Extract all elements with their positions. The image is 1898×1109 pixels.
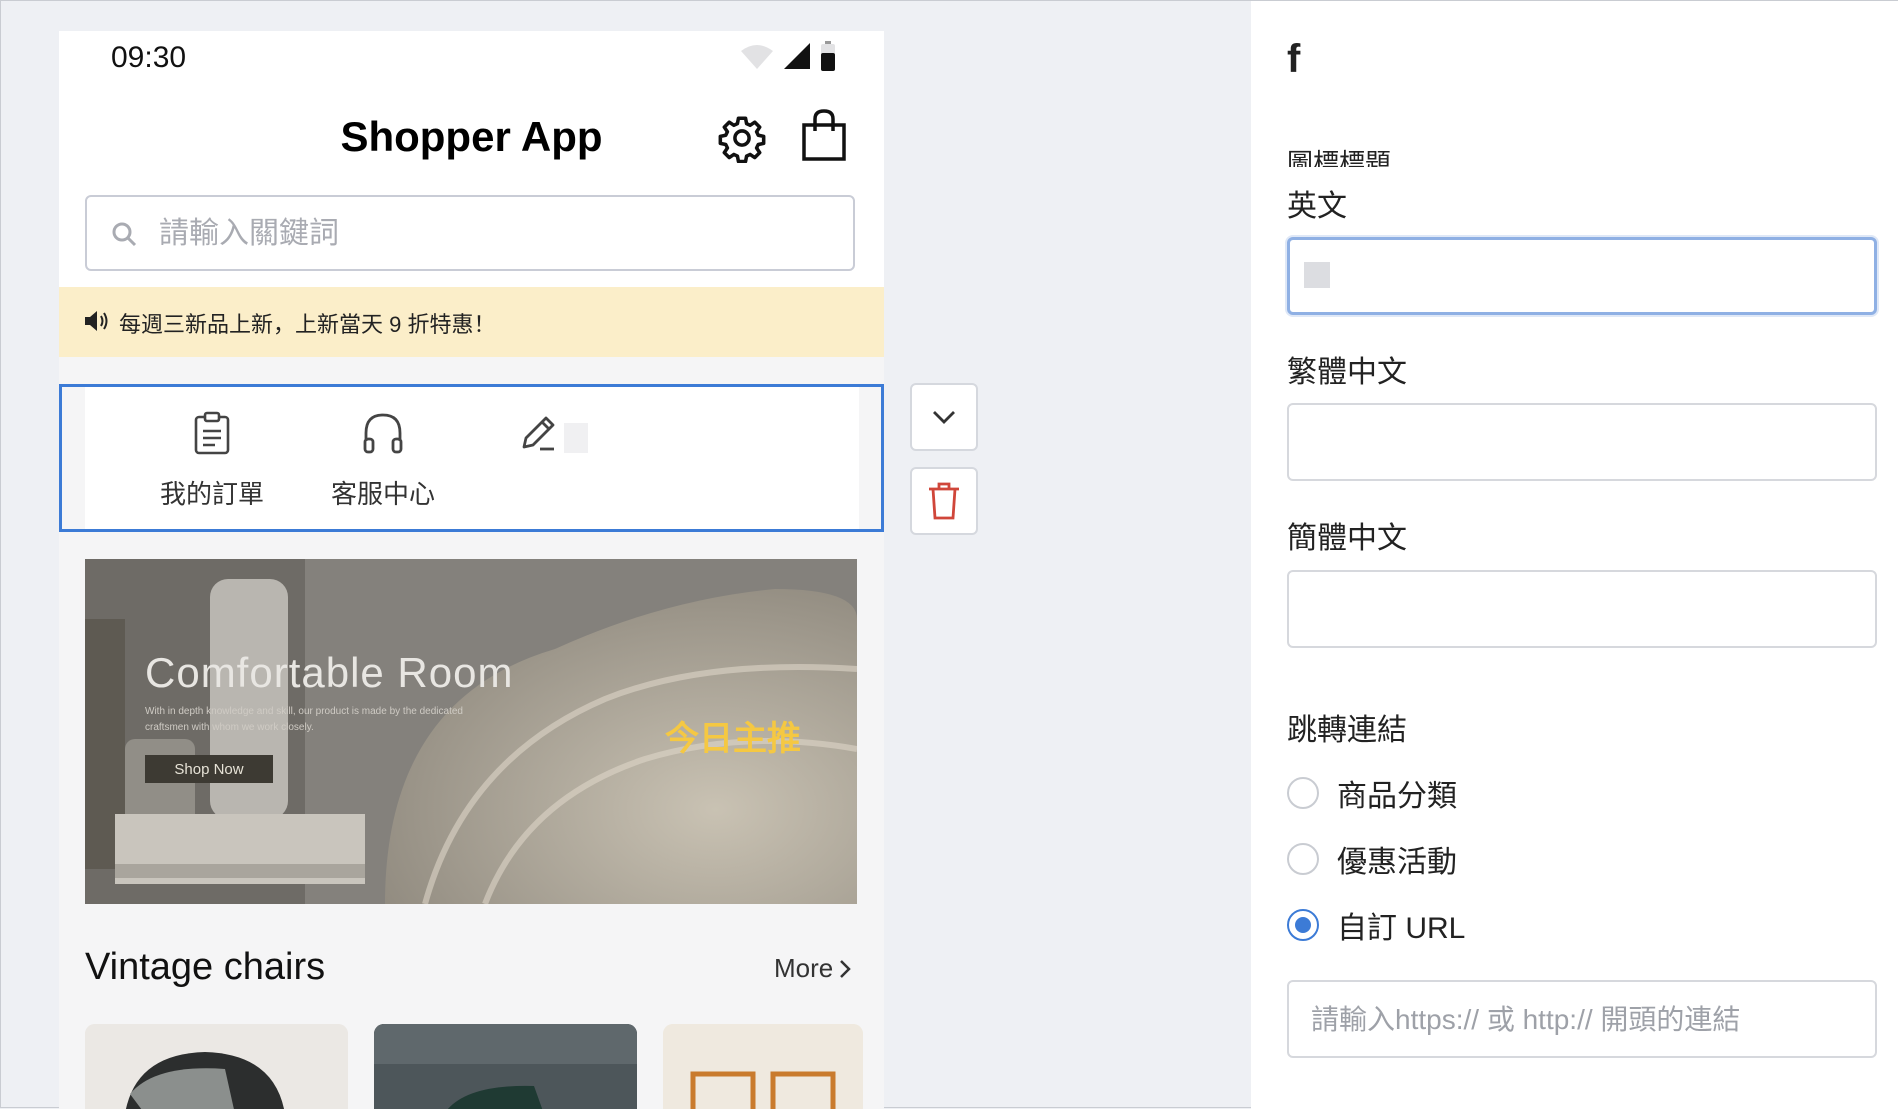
search-input[interactable] [157, 211, 821, 257]
status-bar: 09:30 [59, 31, 884, 91]
radio-custom-url[interactable]: 自訂 URL [1287, 903, 1465, 947]
trad-chinese-field[interactable] [1287, 403, 1877, 481]
english-input[interactable] [1310, 256, 1854, 300]
editor-canvas: 09:30 Shopper App 每週三新品上新，上新當天 9 折特惠！ [0, 0, 1898, 1109]
battery-icon [821, 41, 835, 71]
section-title: Vintage chairs [85, 946, 326, 988]
english-field[interactable] [1287, 237, 1877, 315]
banner-title: Comfortable Room [145, 649, 514, 696]
simp-chinese-field[interactable] [1287, 570, 1877, 648]
more-label: More [774, 953, 834, 983]
more-link[interactable]: More [774, 953, 852, 984]
speaker-icon [85, 311, 108, 331]
shopping-bag-icon[interactable] [801, 109, 847, 161]
icon-title-label: 圖標標題 [1287, 148, 1392, 167]
search-box [85, 195, 855, 271]
phone-preview: 09:30 Shopper App 每週三新品上新，上新當天 9 折特惠！ [59, 31, 884, 1109]
quick-icon-block[interactable]: 我的訂單 客服中心 [59, 384, 884, 532]
settings-panel: f 圖標標題 英文 繁體中文 簡體中文 跳轉連結 商品分類 優惠活動 自訂 UR… [1251, 1, 1898, 1109]
chair-image [85, 1024, 348, 1109]
banner-promo-label: 今日主推 [665, 720, 801, 758]
status-time: 09:30 [111, 41, 187, 74]
signal-icon [784, 43, 810, 69]
announcement-text: 每週三新品上新，上新當天 9 折特惠！ [119, 312, 496, 337]
english-label: 英文 [1287, 190, 1347, 223]
quick-item-edit[interactable] [483, 411, 623, 458]
shop-now-button[interactable]: Shop Now [145, 755, 273, 783]
product-thumbnail[interactable] [663, 1024, 863, 1109]
simp-chinese-label: 簡體中文 [1287, 522, 1407, 555]
banner-subtitle: With in depth knowledge and skill, our p… [145, 706, 463, 733]
gear-icon[interactable] [717, 113, 767, 163]
collapse-button[interactable] [910, 383, 978, 451]
quick-item-orders[interactable]: 我的訂單 [142, 411, 282, 511]
quick-item-label: 客服中心 [330, 479, 435, 509]
link-label: 跳轉連結 [1287, 714, 1407, 747]
trad-chinese-label: 繁體中文 [1287, 356, 1407, 389]
chevron-right-icon [840, 959, 852, 978]
promo-banner[interactable]: Comfortable Room With in depth knowledge… [85, 559, 857, 904]
radio-category[interactable]: 商品分類 [1287, 771, 1457, 815]
announcement-bar: 每週三新品上新，上新當天 9 折特惠！ [59, 287, 884, 357]
quick-item-service[interactable]: 客服中心 [313, 411, 453, 511]
chair-image [663, 1024, 863, 1109]
chevron-down-icon [933, 411, 955, 424]
quick-item-label: 我的訂單 [159, 479, 264, 509]
pencil-icon [522, 416, 555, 451]
radio-promotion[interactable]: 優惠活動 [1287, 837, 1457, 881]
clipboard-icon [194, 411, 230, 455]
trash-icon [929, 482, 959, 520]
wifi-icon [741, 45, 773, 69]
simp-chinese-input[interactable] [1309, 588, 1853, 632]
panel-title: f [1287, 37, 1301, 81]
radio-circle-selected[interactable] [1287, 909, 1319, 941]
chair-image [374, 1024, 637, 1109]
radio-circle[interactable] [1287, 777, 1319, 809]
headphones-icon [363, 413, 403, 454]
radio-circle[interactable] [1287, 843, 1319, 875]
trad-chinese-input[interactable] [1309, 421, 1853, 465]
product-thumbnail[interactable] [374, 1024, 637, 1109]
delete-button[interactable] [910, 467, 978, 535]
search-icon [112, 222, 137, 247]
product-thumbnail[interactable] [85, 1024, 348, 1109]
radio-label: 商品分類 [1337, 780, 1457, 813]
radio-label: 優惠活動 [1337, 846, 1457, 879]
app-header: Shopper App [59, 91, 884, 191]
empty-label-placeholder [564, 423, 589, 453]
url-input[interactable] [1309, 998, 1853, 1042]
url-field[interactable] [1287, 980, 1877, 1058]
radio-label: 自訂 URL [1337, 912, 1466, 945]
